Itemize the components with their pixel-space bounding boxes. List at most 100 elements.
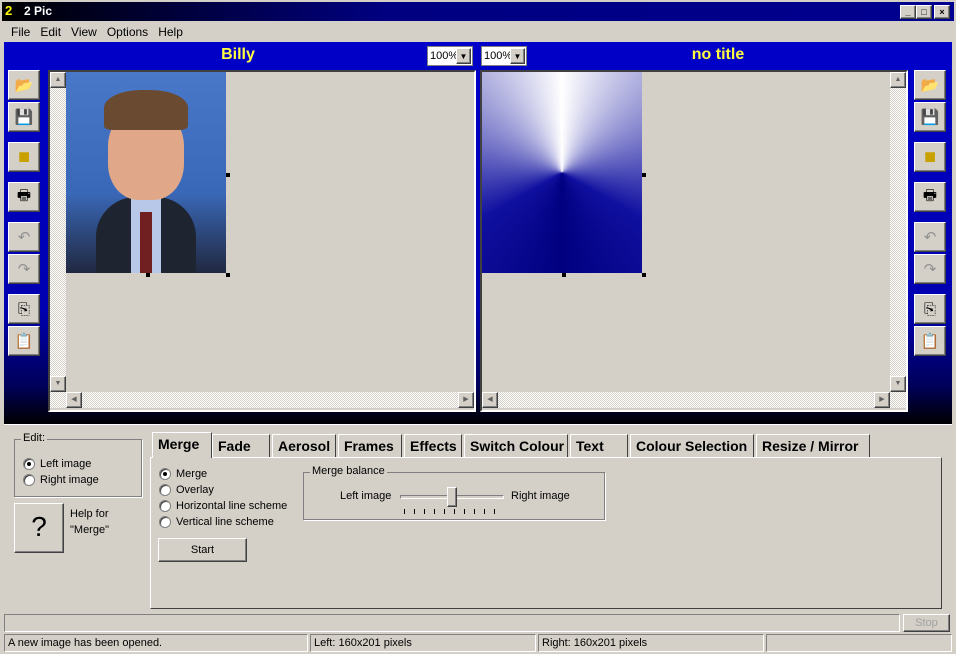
open-folder-button[interactable]: 📂 <box>8 70 40 100</box>
menu-help[interactable]: Help <box>153 22 188 42</box>
scroll-up-icon[interactable]: ▲ <box>50 72 66 88</box>
right-image-gradient[interactable] <box>482 72 642 273</box>
right-zoom-value: 100% <box>484 50 513 62</box>
radio-horizontal-line-scheme[interactable]: Horizontal line scheme <box>159 498 287 514</box>
menu-view[interactable]: View <box>66 22 102 42</box>
tab-frames[interactable]: Frames <box>338 434 402 457</box>
slider-thumb[interactable] <box>447 487 457 507</box>
stop-button[interactable]: Stop <box>903 614 950 632</box>
scroll-down-icon[interactable]: ▼ <box>890 376 906 392</box>
radio-button[interactable] <box>23 474 35 486</box>
paste-button[interactable]: 📋 <box>914 326 946 356</box>
scroll-left-icon[interactable]: ◀ <box>482 392 498 408</box>
title-bar: 2 2 Pic _ □ × <box>2 2 954 21</box>
help-button[interactable]: ? <box>14 503 64 553</box>
resize-handle[interactable] <box>642 273 646 277</box>
tab-fade[interactable]: Fade <box>212 434 270 457</box>
tab-switch-colour[interactable]: Switch Colour <box>464 434 568 457</box>
resize-handle[interactable] <box>226 273 230 277</box>
menu-edit[interactable]: Edit <box>35 22 66 42</box>
radio-label: Left image <box>40 458 92 470</box>
radio-button[interactable] <box>159 468 171 480</box>
menu-options[interactable]: Options <box>102 22 153 42</box>
resize-handle[interactable] <box>146 273 150 277</box>
radio-right-image[interactable]: Right image <box>23 472 99 488</box>
radio-button[interactable] <box>159 500 171 512</box>
tab-content-merge: Merge Overlay Horizontal line scheme Vertic… <box>150 457 942 609</box>
radio-merge[interactable]: Merge <box>159 466 287 482</box>
copy-button[interactable]: ⎘ <box>914 294 946 324</box>
save-button[interactable]: 💾 <box>914 102 946 132</box>
help-text-line: Help for <box>70 508 109 520</box>
left-panel-title: Billy <box>221 46 255 63</box>
redo-button[interactable]: ↷ <box>914 254 946 284</box>
tab-colour-selection[interactable]: Colour Selection <box>630 434 754 457</box>
left-image-pane: ▲ ▼ ◀ ▶ <box>48 70 476 412</box>
close-button[interactable]: × <box>934 5 950 19</box>
hair <box>104 90 188 130</box>
print-icon: 🖶 <box>16 186 32 204</box>
tie <box>140 212 152 273</box>
save-icon: 💾 <box>920 109 940 126</box>
menu-file[interactable]: File <box>6 22 35 42</box>
paste-button[interactable]: 📋 <box>8 326 40 356</box>
resize-handle[interactable] <box>642 173 646 177</box>
start-button[interactable]: Start <box>158 538 247 562</box>
help-text: Help for "Merge" <box>70 506 109 538</box>
right-image-pane: ▲ ▼ ◀ ▶ <box>480 70 908 412</box>
color-button[interactable]: ■ <box>8 142 40 172</box>
scroll-down-icon[interactable]: ▼ <box>50 376 66 392</box>
paste-icon: 📋 <box>920 333 940 350</box>
copy-button[interactable]: ⎘ <box>8 294 40 324</box>
radio-left-image[interactable]: Left image <box>23 456 91 472</box>
tab-text[interactable]: Text <box>570 434 628 457</box>
maximize-button[interactable]: □ <box>916 5 932 19</box>
status-right-size: Right: 160x201 pixels <box>538 634 764 652</box>
color-icon: ■ <box>17 145 31 168</box>
minimize-button[interactable]: _ <box>900 5 916 19</box>
save-button[interactable]: 💾 <box>8 102 40 132</box>
radio-button[interactable] <box>23 458 35 470</box>
color-button[interactable]: ■ <box>914 142 946 172</box>
right-panel-title: no title <box>691 46 745 63</box>
undo-button[interactable]: ↶ <box>8 222 40 252</box>
app-icon: 2 <box>5 3 13 18</box>
scroll-right-icon[interactable]: ▶ <box>458 392 474 408</box>
help-text-line: "Merge" <box>70 524 109 536</box>
edit-group: Edit: Left image Right image <box>14 432 142 497</box>
undo-icon: ↶ <box>17 229 31 246</box>
scroll-right-icon[interactable]: ▶ <box>874 392 890 408</box>
radio-button[interactable] <box>159 516 171 528</box>
radio-vertical-line-scheme[interactable]: Vertical line scheme <box>159 514 287 530</box>
redo-button[interactable]: ↷ <box>8 254 40 284</box>
progress-bar <box>4 614 900 632</box>
left-zoom-select[interactable]: 100% ▼ <box>427 46 473 66</box>
right-vertical-scrollbar[interactable]: ▲ ▼ <box>890 72 906 392</box>
right-zoom-select[interactable]: 100% ▼ <box>481 46 527 66</box>
left-horizontal-scrollbar[interactable]: ◀ ▶ <box>50 392 474 408</box>
tab-effects[interactable]: Effects <box>404 434 462 457</box>
slider-ticks <box>404 509 500 514</box>
right-horizontal-scrollbar[interactable]: ◀ ▶ <box>482 392 906 408</box>
tab-resize-mirror[interactable]: Resize / Mirror <box>756 434 870 457</box>
resize-handle[interactable] <box>562 273 566 277</box>
tab-merge[interactable]: Merge <box>152 432 212 458</box>
print-button[interactable]: 🖶 <box>8 182 40 212</box>
tab-aerosol[interactable]: Aerosol <box>272 434 336 457</box>
radio-label: Vertical line scheme <box>176 516 274 528</box>
left-vertical-scrollbar[interactable]: ▲ ▼ <box>50 72 66 392</box>
scroll-left-icon[interactable]: ◀ <box>66 392 82 408</box>
scroll-up-icon[interactable]: ▲ <box>890 72 906 88</box>
resize-handle[interactable] <box>226 173 230 177</box>
radio-label: Merge <box>176 468 208 480</box>
status-left-size: Left: 160x201 pixels <box>310 634 536 652</box>
open-folder-icon: 📂 <box>920 77 940 94</box>
chevron-down-icon[interactable]: ▼ <box>510 48 525 64</box>
open-folder-button[interactable]: 📂 <box>914 70 946 100</box>
chevron-down-icon[interactable]: ▼ <box>456 48 471 64</box>
radio-overlay[interactable]: Overlay <box>159 482 287 498</box>
undo-button[interactable]: ↶ <box>914 222 946 252</box>
print-button[interactable]: 🖶 <box>914 182 946 212</box>
radio-button[interactable] <box>159 484 171 496</box>
left-image-photo[interactable] <box>66 72 226 273</box>
